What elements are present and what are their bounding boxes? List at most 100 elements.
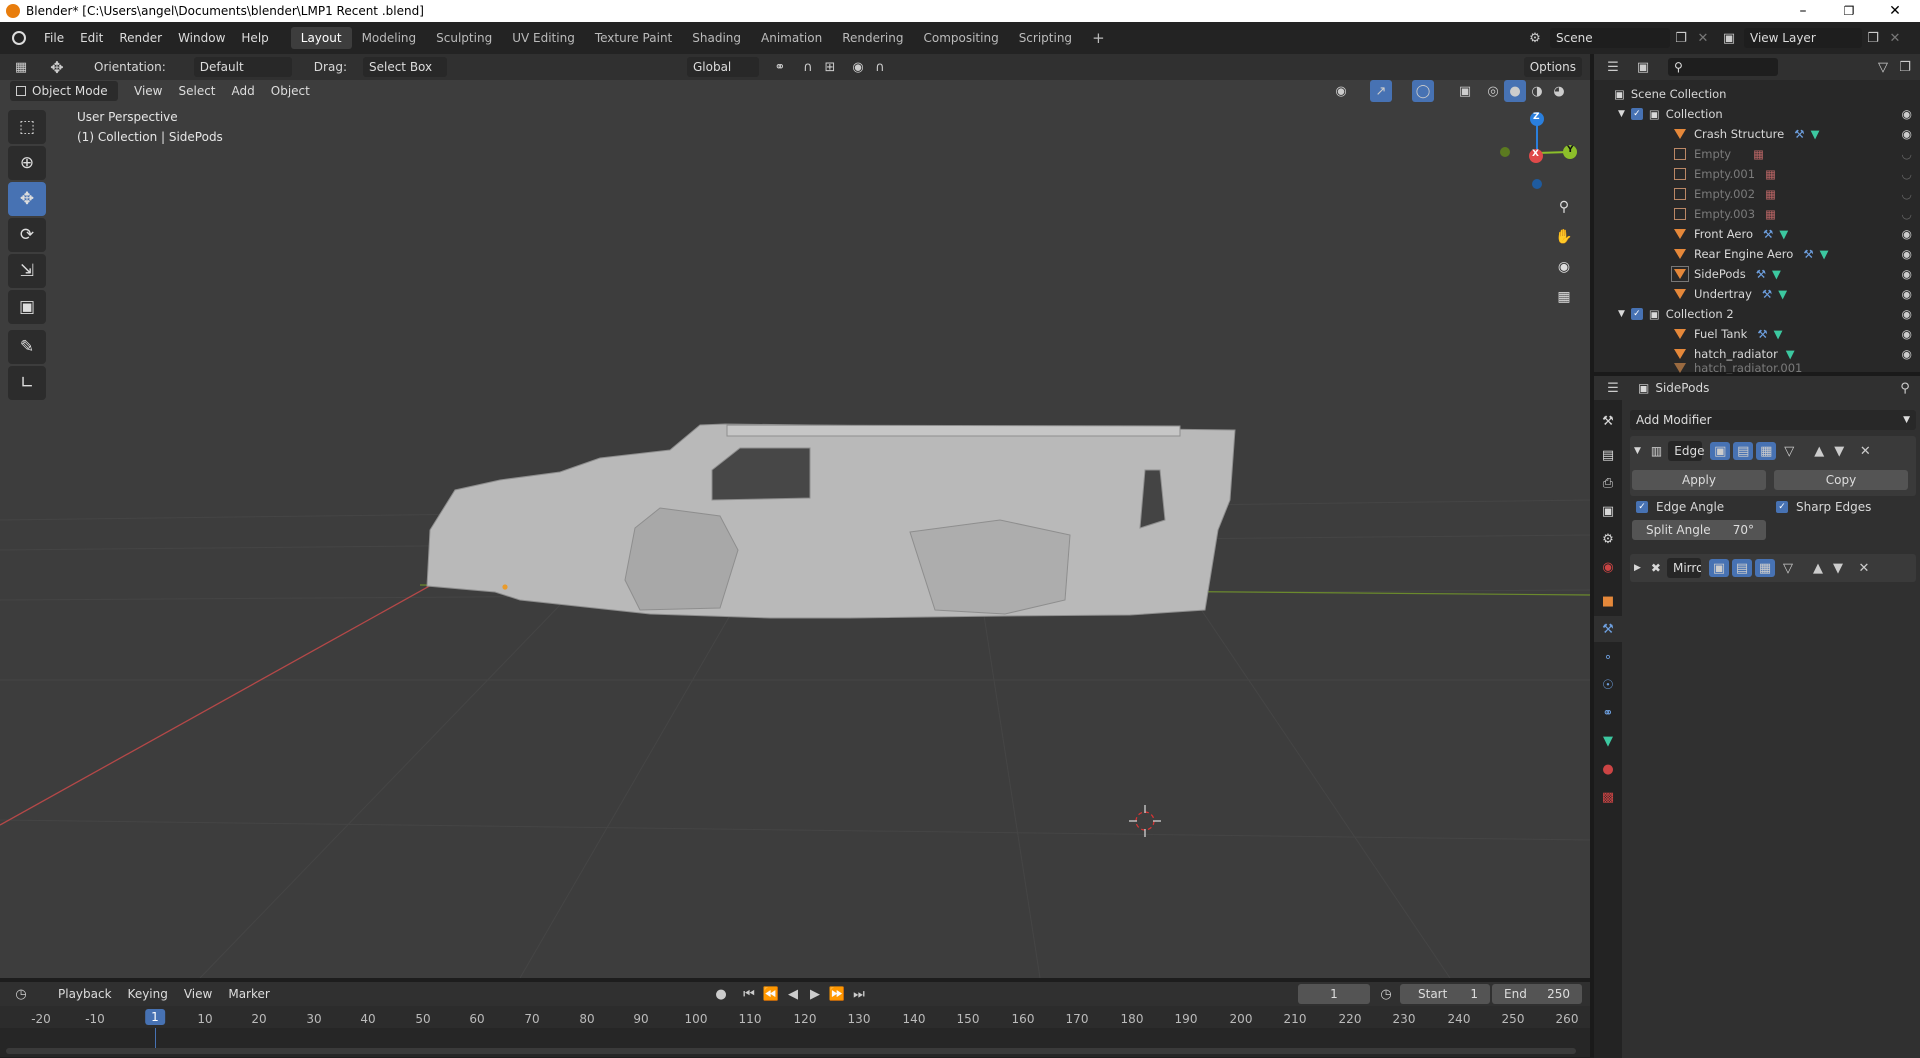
transform-tool-icon[interactable]: ▣ xyxy=(8,290,46,324)
outliner-row-collection[interactable]: ▼ ✓ ▣ Collection ◉ xyxy=(1594,104,1920,124)
checkbox-icon[interactable]: ✓ xyxy=(1636,501,1648,513)
gizmo-x-label[interactable]: X xyxy=(1532,149,1539,159)
eye-hidden-icon[interactable]: ◡ xyxy=(1902,147,1912,161)
menu-edit[interactable]: Edit xyxy=(72,27,111,49)
annotate-tool-icon[interactable]: ✎ xyxy=(8,330,46,364)
xray-icon[interactable]: ▣ xyxy=(1454,80,1476,102)
scale-tool-icon[interactable]: ⇲ xyxy=(8,254,46,288)
timeline-menu-playback[interactable]: Playback xyxy=(50,983,120,1005)
menu-window[interactable]: Window xyxy=(170,27,233,49)
cage-toggle-icon[interactable]: ▽ xyxy=(1779,442,1799,460)
tab-modeling[interactable]: Modeling xyxy=(352,27,427,49)
viewport-toggle-icon[interactable]: ▤ xyxy=(1733,442,1754,460)
gizmo-toggle-icon[interactable]: ↗ xyxy=(1370,80,1392,102)
eye-hidden-icon[interactable]: ◡ xyxy=(1902,187,1912,201)
rotate-tool-icon[interactable]: ⟳ xyxy=(8,218,46,252)
constraints-tab-icon[interactable]: ⚭ xyxy=(1594,700,1622,726)
copy-button[interactable]: Copy xyxy=(1774,470,1908,490)
viewport-toggle-icon[interactable]: ▤ xyxy=(1731,559,1752,577)
transform-orientation-dropdown[interactable]: Global xyxy=(686,57,759,77)
eye-icon[interactable]: ◉ xyxy=(1902,287,1912,301)
move-down-icon[interactable]: ▼ xyxy=(1829,442,1849,460)
outliner-row-front-aero[interactable]: Front Aero ⚒ ▼ ◉ xyxy=(1594,224,1920,244)
view-layer-browse-icon[interactable]: ▣ xyxy=(1718,27,1740,49)
timeline-scrollbar[interactable] xyxy=(6,1048,1576,1054)
checkbox-icon[interactable]: ✓ xyxy=(1630,308,1643,320)
snap-icon[interactable]: ∩ xyxy=(797,56,819,78)
remove-modifier-icon[interactable]: ✕ xyxy=(1855,442,1875,460)
outliner-row-rear-engine-aero[interactable]: Rear Engine Aero ⚒ ▼ ◉ xyxy=(1594,244,1920,264)
blender-menu-icon[interactable] xyxy=(12,31,26,45)
filter-icon[interactable]: ▽ xyxy=(1872,56,1894,78)
preview-range-clock-icon[interactable]: ◷ xyxy=(1375,983,1397,1005)
pan-hand-icon[interactable]: ✋ xyxy=(1551,224,1577,250)
prev-keyframe-icon[interactable]: ⏪ xyxy=(760,983,782,1005)
start-frame-field[interactable]: Start 1 xyxy=(1400,984,1490,1004)
editor-type-icon[interactable]: ▦ xyxy=(10,56,32,78)
snap-target-icon[interactable]: ⊞ xyxy=(819,56,841,78)
options-dropdown[interactable]: Options xyxy=(1523,57,1582,77)
next-keyframe-icon[interactable]: ⏩ xyxy=(826,983,848,1005)
apply-button[interactable]: Apply xyxy=(1632,470,1766,490)
eye-hidden-icon[interactable]: ◡ xyxy=(1902,207,1912,221)
outliner-search-input[interactable]: ⚲ xyxy=(1668,58,1778,76)
zoom-icon[interactable]: ⚲ xyxy=(1551,194,1577,220)
gizmo-z-label[interactable]: Z xyxy=(1533,112,1540,122)
expand-arrow-icon[interactable]: ▶ xyxy=(1634,563,1641,573)
material-shading-icon[interactable]: ◑ xyxy=(1526,80,1548,102)
render-toggle-icon[interactable]: ▦ xyxy=(1754,559,1775,577)
split-angle-field[interactable]: Split Angle 70° xyxy=(1632,520,1766,540)
tab-sculpting[interactable]: Sculpting xyxy=(426,27,502,49)
menu-render[interactable]: Render xyxy=(111,27,170,49)
solid-shading-icon[interactable]: ● xyxy=(1504,80,1526,102)
timeline-menu-marker[interactable]: Marker xyxy=(220,983,277,1005)
tool-tab-icon[interactable]: ⚒ xyxy=(1594,408,1622,434)
jump-start-icon[interactable]: ⏮ xyxy=(738,983,760,1005)
tab-shading[interactable]: Shading xyxy=(682,27,751,49)
cursor-tool-icon[interactable]: ⊕ xyxy=(8,146,46,180)
restore-button[interactable]: ❐ xyxy=(1826,0,1872,22)
camera-view-icon[interactable]: ◉ xyxy=(1551,254,1577,280)
checkbox-icon[interactable]: ✓ xyxy=(1630,108,1643,120)
new-scene-icon[interactable]: ❐ xyxy=(1670,27,1692,49)
texture-tab-icon[interactable]: ▩ xyxy=(1594,784,1622,810)
outliner-row-crash-structure[interactable]: Crash Structure ⚒ ▼ ◉ xyxy=(1594,124,1920,144)
mode-dropdown[interactable]: Object Mode xyxy=(10,81,118,101)
orientation-dropdown[interactable]: Default xyxy=(193,57,292,77)
viewport-menu-view[interactable]: View xyxy=(126,80,170,102)
material-tab-icon[interactable]: ● xyxy=(1594,756,1622,782)
object-tab-icon[interactable]: ■ xyxy=(1594,588,1622,614)
move-up-icon[interactable]: ▲ xyxy=(1809,442,1829,460)
tab-compositing[interactable]: Compositing xyxy=(913,27,1008,49)
move-up-icon[interactable]: ▲ xyxy=(1808,559,1828,577)
eye-icon[interactable]: ◉ xyxy=(1902,127,1912,141)
tab-animation[interactable]: Animation xyxy=(751,27,832,49)
edit-mode-toggle-icon[interactable]: ▣ xyxy=(1708,559,1729,577)
outliner-editor-type-icon[interactable]: ☰ xyxy=(1602,56,1624,78)
checkbox-icon[interactable]: ✓ xyxy=(1776,501,1788,513)
eye-icon[interactable]: ◉ xyxy=(1902,327,1912,341)
viewport-menu-object[interactable]: Object xyxy=(263,80,318,102)
modifier-name-field[interactable]: Mirro xyxy=(1666,558,1701,578)
collapse-arrow-icon[interactable]: ▼ xyxy=(1634,446,1641,456)
add-modifier-dropdown[interactable]: Add Modifier ▼ xyxy=(1630,410,1916,430)
new-collection-icon[interactable]: ❐ xyxy=(1894,56,1916,78)
world-tab-icon[interactable]: ◉ xyxy=(1594,554,1622,580)
tab-uv-editing[interactable]: UV Editing xyxy=(502,27,585,49)
menu-file[interactable]: File xyxy=(36,27,72,49)
jump-end-icon[interactable]: ⏭ xyxy=(848,983,870,1005)
tab-layout[interactable]: Layout xyxy=(290,27,352,49)
3d-viewport[interactable]: Z Y X xyxy=(0,80,1590,978)
delete-view-layer-icon[interactable]: ✕ xyxy=(1884,27,1906,49)
eye-icon[interactable]: ◉ xyxy=(1902,247,1912,261)
select-box-tool-icon[interactable]: ⬚ xyxy=(8,110,46,144)
outliner-row-empty[interactable]: Empty ▦ ◡ xyxy=(1594,144,1920,164)
timeline-menu-view[interactable]: View xyxy=(176,983,220,1005)
outliner-row-sidepods[interactable]: SidePods ⚒ ▼ ◉ xyxy=(1594,264,1920,284)
eye-hidden-icon[interactable]: ◡ xyxy=(1902,167,1912,181)
tab-scripting[interactable]: Scripting xyxy=(1009,27,1082,49)
mesh-data-tab-icon[interactable]: ▼ xyxy=(1594,728,1622,754)
outliner-row-collection-2[interactable]: ▼ ✓ ▣ Collection 2 ◉ xyxy=(1594,304,1920,324)
end-frame-field[interactable]: End 250 xyxy=(1492,984,1582,1004)
outliner-row-empty-002[interactable]: Empty.002 ▦ ◡ xyxy=(1594,184,1920,204)
